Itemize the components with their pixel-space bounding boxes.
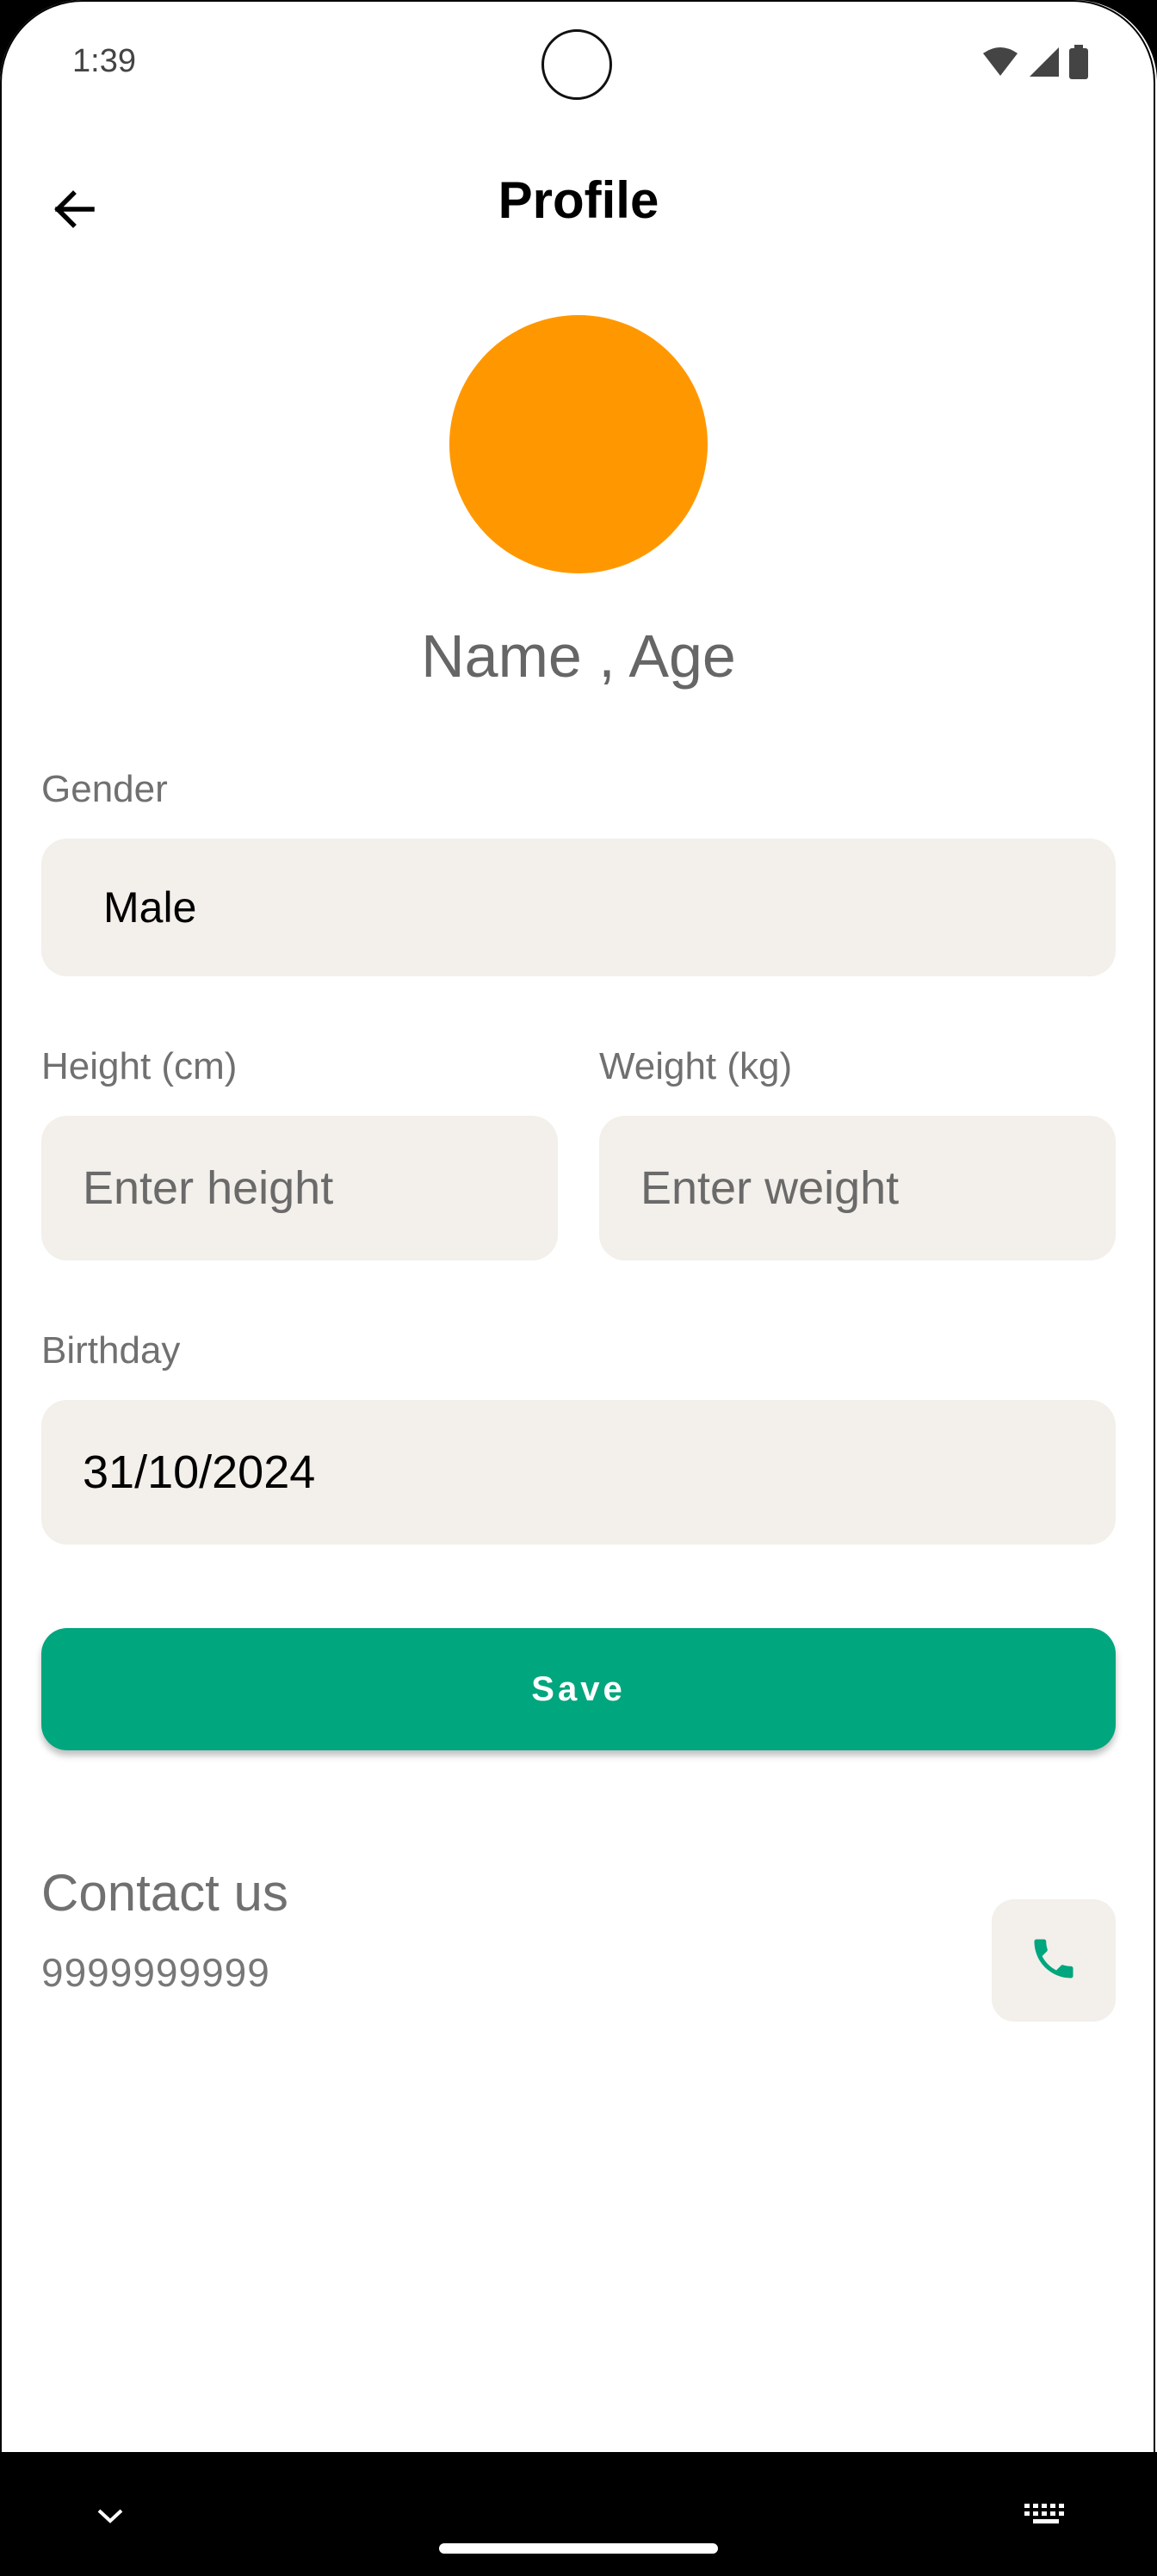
save-button[interactable]: Save [41, 1628, 1116, 1750]
wifi-icon [981, 46, 1019, 82]
birthday-field[interactable]: 31/10/2024 [41, 1400, 1116, 1545]
gender-field[interactable]: Male [41, 839, 1116, 976]
contact-phone: 9999999999 [41, 1950, 270, 1995]
battery-icon [1069, 45, 1088, 84]
profile-screen: 1:39 Profile Name , Age Gender Male Heig… [0, 0, 1157, 2576]
call-button[interactable] [992, 1899, 1116, 2022]
status-time: 1:39 [72, 43, 136, 79]
birthday-value: 31/10/2024 [83, 1446, 316, 1498]
gender-label: Gender [41, 768, 168, 810]
status-bar: 1:39 [0, 0, 1157, 129]
birthday-label: Birthday [41, 1329, 181, 1372]
height-field[interactable] [41, 1116, 558, 1260]
status-icons [981, 45, 1088, 84]
weight-label: Weight (kg) [599, 1045, 793, 1087]
gender-value: Male [103, 883, 197, 932]
chevron-down-icon[interactable] [93, 2499, 127, 2533]
weight-input[interactable] [640, 1161, 1116, 1215]
keyboard-icon[interactable] [1023, 2500, 1071, 2531]
weight-field[interactable] [599, 1116, 1116, 1260]
signal-icon [1028, 46, 1061, 83]
phone-icon [1028, 1933, 1080, 1989]
profile-name-age: Name , Age [421, 622, 736, 690]
home-handle[interactable] [439, 2543, 718, 2554]
app-bar: Profile [0, 146, 1157, 258]
navigation-bar [0, 2452, 1157, 2576]
page-title: Profile [498, 171, 659, 229]
contact-title: Contact us [41, 1864, 288, 1922]
avatar[interactable] [449, 315, 708, 573]
camera-cutout [541, 29, 612, 100]
height-input[interactable] [83, 1161, 558, 1215]
height-label: Height (cm) [41, 1045, 238, 1087]
